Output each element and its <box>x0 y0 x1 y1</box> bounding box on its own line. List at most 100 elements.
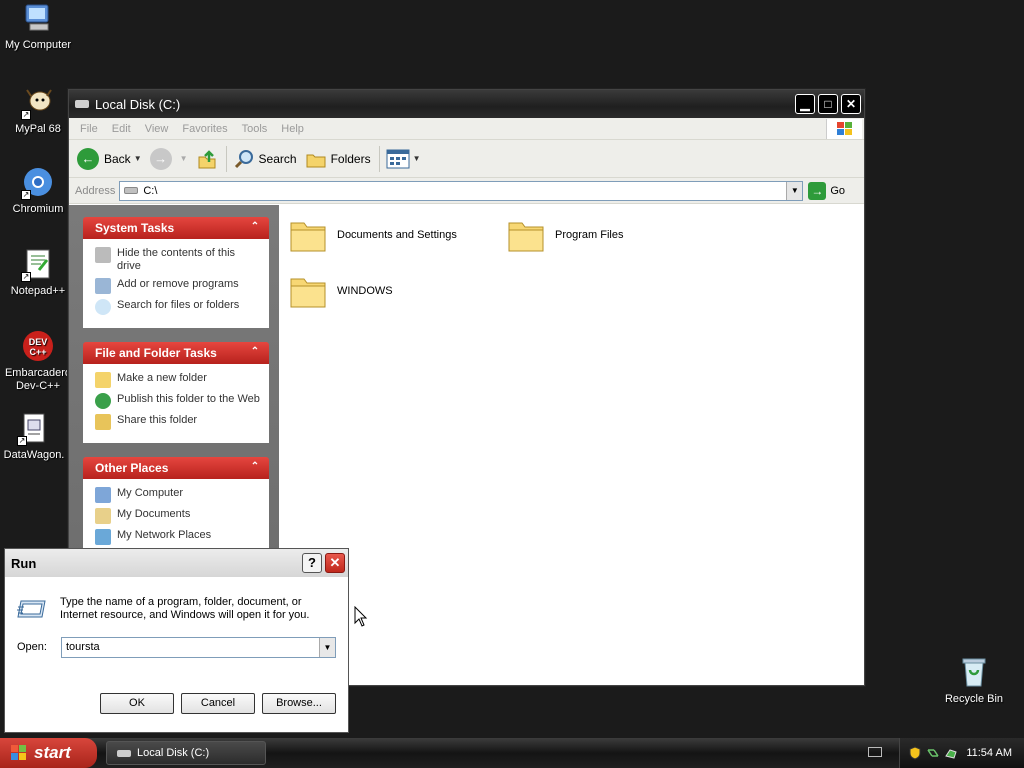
clock: 11:54 AM <box>966 747 1012 759</box>
chevron-up-icon[interactable]: ⌃ <box>249 462 261 474</box>
back-arrow-icon: ← <box>77 147 99 170</box>
safely-remove-icon[interactable] <box>944 746 958 760</box>
address-value: C:\ <box>143 184 158 197</box>
run-icon <box>17 600 46 618</box>
browse-button[interactable]: Browse... <box>262 693 336 714</box>
open-input[interactable]: toursta ▼ <box>61 637 336 658</box>
folder-icon <box>290 222 326 252</box>
mypal-icon: ↗ <box>21 86 55 120</box>
task-label: Add or remove programs <box>117 278 239 290</box>
shortcut-arrow-icon: ↗ <box>21 110 31 120</box>
desktop-icon-datawagon[interactable]: ↗ DataWagon. <box>0 412 74 462</box>
desktop-icon-chromium[interactable]: ↗ Chromium <box>0 166 78 216</box>
chevron-up-icon[interactable]: ⌃ <box>249 222 261 234</box>
search-icon <box>95 299 111 315</box>
publish-web-icon <box>95 393 111 409</box>
start-button[interactable]: start <box>0 738 97 768</box>
views-button[interactable]: ▼ <box>386 149 421 169</box>
dropdown-arrow-icon[interactable]: ▼ <box>134 154 142 163</box>
my-documents-icon <box>95 508 111 524</box>
folder-item[interactable]: Program Files <box>507 217 623 253</box>
minimize-button[interactable]: ▁ <box>795 94 815 114</box>
task-item[interactable]: Add or remove programs <box>95 278 261 294</box>
cancel-button[interactable]: Cancel <box>181 693 255 714</box>
group-header[interactable]: Other Places ⌃ <box>83 457 269 479</box>
menu-tools[interactable]: Tools <box>235 123 275 135</box>
search-button[interactable]: Search <box>233 148 297 170</box>
desktop-icon-label: Recycle Bin <box>944 693 1004 705</box>
group-header[interactable]: System Tasks ⌃ <box>83 217 269 239</box>
network-places-icon <box>95 529 111 545</box>
back-label: Back <box>104 151 131 166</box>
taskbar-button-local-disk[interactable]: Local Disk (C:) <box>106 741 266 765</box>
menu-help[interactable]: Help <box>274 123 311 135</box>
chevron-down-icon[interactable]: ▼ <box>786 181 803 200</box>
group-header[interactable]: File and Folder Tasks ⌃ <box>83 342 269 364</box>
folders-icon <box>306 154 326 167</box>
explorer-title-bar[interactable]: Local Disk (C:) ▁ □ ✕ <box>69 90 864 118</box>
desktop-icon-label: Notepad++ <box>10 285 66 297</box>
network-icon[interactable] <box>926 746 940 760</box>
menu-edit[interactable]: Edit <box>105 123 138 135</box>
close-button[interactable]: ✕ <box>325 553 345 573</box>
task-item[interactable]: Search for files or folders <box>95 299 261 315</box>
chevron-up-icon[interactable]: ⌃ <box>249 347 261 359</box>
menu-favorites[interactable]: Favorites <box>175 123 234 135</box>
chevron-down-icon[interactable]: ▼ <box>319 638 335 657</box>
new-folder-icon <box>95 372 111 388</box>
place-item[interactable]: My Network Places <box>95 529 261 545</box>
task-item[interactable]: Make a new folder <box>95 372 261 388</box>
up-folder-button[interactable] <box>196 148 218 170</box>
address-label: Address <box>75 184 116 197</box>
task-list: Make a new folder Publish this folder to… <box>83 364 269 443</box>
close-button[interactable]: ✕ <box>841 94 861 114</box>
folder-item[interactable]: WINDOWS <box>289 273 393 309</box>
help-button[interactable]: ? <box>302 553 322 573</box>
run-body: Type the name of a program, folder, docu… <box>5 577 348 732</box>
desktop-icon-devcpp[interactable]: DEV C++ Embarcadero Dev-C++ <box>0 330 78 393</box>
windows-logo-icon <box>826 119 862 139</box>
go-arrow-icon: → <box>808 181 827 200</box>
place-item[interactable]: My Computer <box>95 487 261 503</box>
chromium-icon: ↗ <box>21 166 55 200</box>
folder-label: WINDOWS <box>337 285 393 297</box>
task-list: My Computer My Documents My Network Plac… <box>83 479 269 558</box>
dialog-title: Run <box>11 555 37 571</box>
menu-view[interactable]: View <box>138 123 176 135</box>
dropdown-arrow-icon[interactable]: ▼ <box>413 154 421 163</box>
forward-arrow-icon: → <box>149 147 172 170</box>
go-button[interactable]: → Go <box>808 181 845 200</box>
folder-item[interactable]: Documents and Settings <box>289 217 457 253</box>
ok-button[interactable]: OK <box>100 693 174 714</box>
task-label: Publish this folder to the Web <box>117 393 260 405</box>
keyboard-icon[interactable] <box>868 747 882 757</box>
open-input-value: toursta <box>66 641 100 653</box>
address-input[interactable]: C:\ ▼ <box>119 180 804 201</box>
dropdown-arrow-icon[interactable]: ▼ <box>180 154 188 163</box>
group-title: Other Places <box>95 461 169 475</box>
place-item[interactable]: My Documents <box>95 508 261 524</box>
maximize-button[interactable]: □ <box>818 94 838 114</box>
menu-file[interactable]: File <box>73 123 105 135</box>
group-title: File and Folder Tasks <box>95 346 217 360</box>
up-folder-icon <box>198 149 216 168</box>
search-icon <box>234 149 253 168</box>
run-title-bar[interactable]: Run ? ✕ <box>5 549 348 577</box>
views-icon <box>386 149 410 168</box>
folders-label: Folders <box>330 151 371 166</box>
security-shield-icon[interactable] <box>908 746 922 760</box>
drive-icon <box>124 187 139 194</box>
forward-button[interactable]: → ▼ <box>149 147 188 170</box>
desktop-icon-mypal[interactable]: ↗ MyPal 68 <box>0 86 78 136</box>
desktop-icon-notepadpp[interactable]: ↗ Notepad++ <box>0 248 78 298</box>
task-item[interactable]: Hide the contents of this drive <box>95 247 261 273</box>
folders-button[interactable]: Folders <box>305 148 371 170</box>
desktop-icon-label: Embarcadero Dev-C++ <box>4 367 72 392</box>
task-item[interactable]: Share this folder <box>95 414 261 430</box>
task-item[interactable]: Publish this folder to the Web <box>95 393 261 409</box>
desktop-icon-recycle-bin[interactable]: Recycle Bin <box>934 656 1014 706</box>
desktop-icon-my-computer[interactable]: My Computer <box>0 2 78 52</box>
back-button[interactable]: ← Back ▼ <box>77 147 142 170</box>
standard-toolbar: ← Back ▼ → ▼ Search Folders ▼ <box>69 140 864 178</box>
hide-contents-icon <box>95 247 111 263</box>
